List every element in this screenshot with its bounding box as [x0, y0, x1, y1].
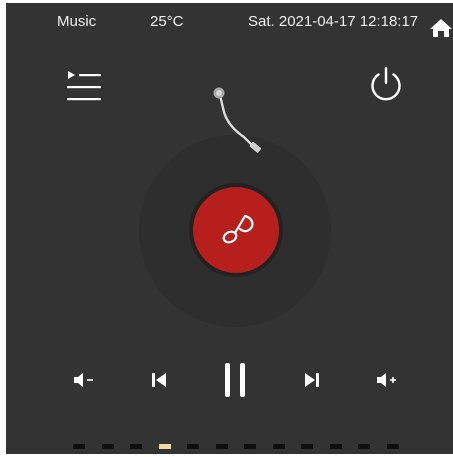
page-dot[interactable] [73, 444, 85, 449]
home-button[interactable] [429, 18, 453, 38]
tonearm [213, 87, 262, 153]
power-button[interactable] [367, 65, 405, 103]
previous-track-button[interactable] [149, 370, 169, 390]
volume-up-button[interactable] [375, 371, 399, 389]
page-dot[interactable] [301, 444, 313, 449]
page-dot[interactable] [101, 444, 114, 449]
temperature: 25°C [150, 13, 184, 30]
page-indicator [73, 444, 403, 450]
page-dot[interactable] [329, 444, 342, 449]
playlist-icon [67, 71, 101, 101]
page-dot[interactable] [187, 444, 199, 449]
datetime: Sat. 2021-04-17 12:18:17 [248, 13, 419, 30]
music-note-icon [222, 214, 254, 244]
disc-play-area[interactable] [193, 187, 279, 273]
pause-icon [225, 363, 245, 397]
page-dot[interactable] [244, 444, 256, 449]
music-player-screen: Music 25°C Sat. 2021-04-17 12:18:17 [6, 3, 453, 454]
page-dot[interactable] [215, 444, 228, 449]
page-dot[interactable] [358, 444, 370, 449]
page-dot-active[interactable] [158, 444, 171, 449]
power-icon [371, 66, 401, 101]
next-track-icon [305, 373, 319, 387]
page-dot[interactable] [130, 444, 142, 449]
previous-track-icon [152, 373, 166, 387]
volume-down-icon [74, 373, 93, 387]
volume-down-button[interactable] [72, 371, 96, 389]
playlist-button[interactable] [65, 69, 103, 102]
next-track-button[interactable] [302, 370, 322, 390]
status-bar: Music 25°C Sat. 2021-04-17 12:18:17 [6, 13, 453, 35]
pause-button[interactable] [220, 362, 250, 398]
page-dot[interactable] [386, 444, 399, 449]
app-name: Music [57, 13, 97, 30]
page-dot[interactable] [272, 444, 285, 449]
volume-up-icon [377, 373, 396, 387]
home-icon [430, 19, 452, 37]
